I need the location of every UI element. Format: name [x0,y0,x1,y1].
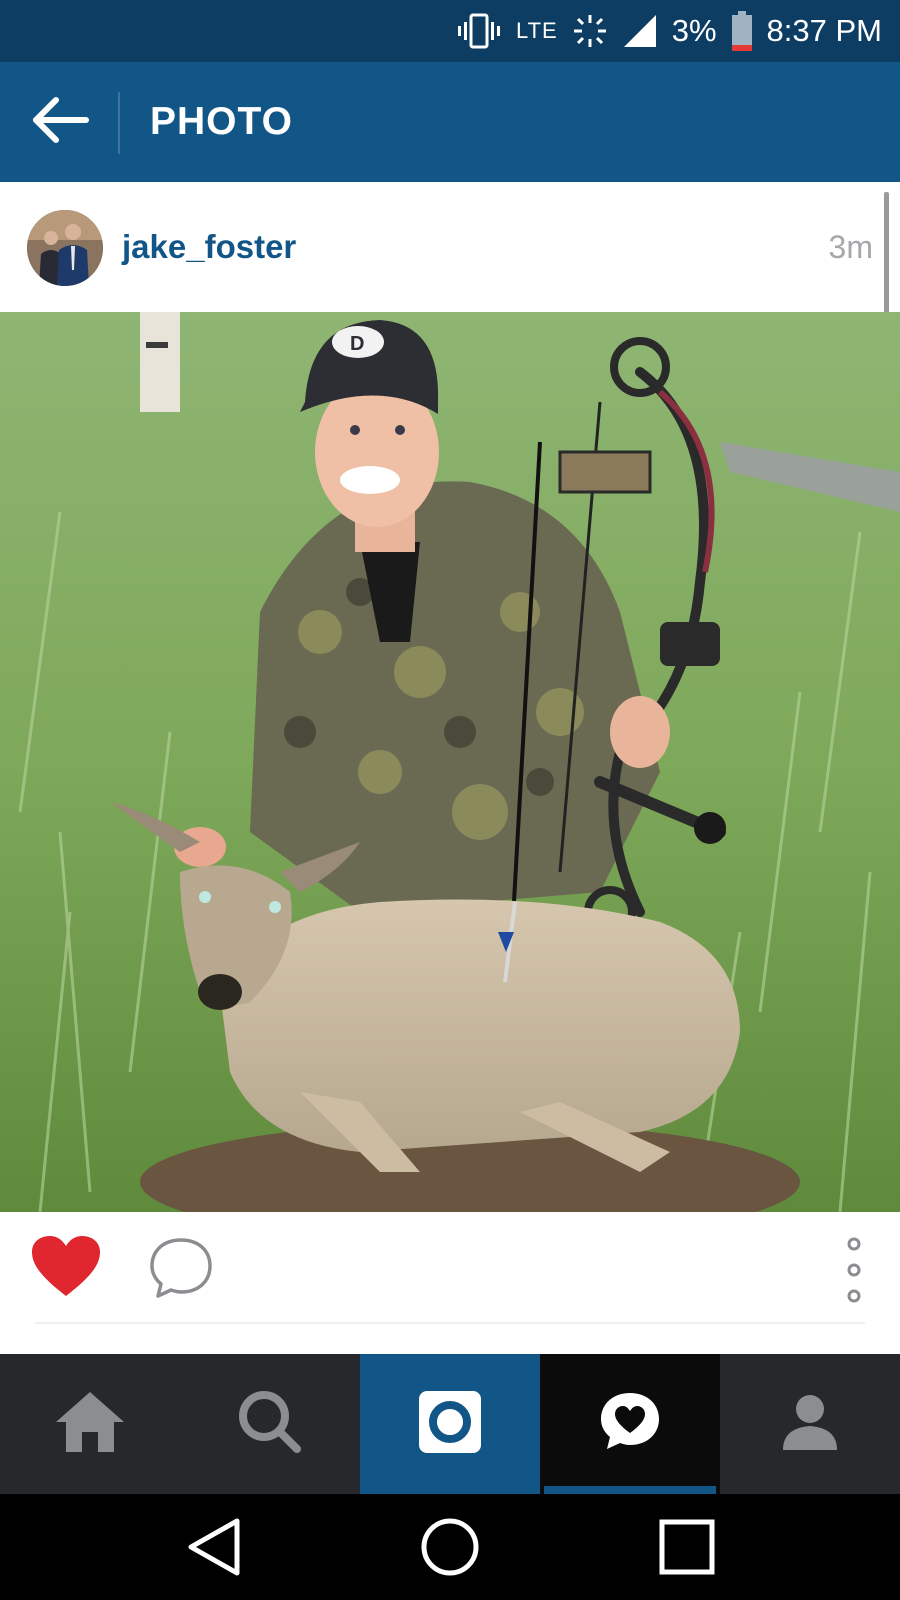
heart-icon [30,1236,102,1304]
avatar[interactable] [27,210,103,286]
post-header: jake_foster 3m [0,182,900,312]
profile-icon [780,1392,840,1457]
home-icon [54,1390,126,1459]
svg-text:D: D [350,333,364,355]
post-timestamp: 3m [828,229,873,265]
battery-icon [731,11,753,51]
nav-activity[interactable] [540,1354,720,1494]
search-icon [237,1389,303,1460]
recents-square-icon [659,1519,715,1580]
system-back-button[interactable] [178,1514,248,1584]
like-button[interactable] [30,1234,102,1300]
nav-profile[interactable] [720,1354,900,1494]
nav-selected-indicator [544,1486,716,1494]
more-vertical-icon [834,1237,874,1310]
back-triangle-icon [185,1517,241,1582]
bottom-nav [0,1354,900,1494]
activity-heart-icon [597,1389,663,1460]
signal-icon [622,13,658,49]
home-circle-icon [420,1517,480,1582]
battery-percent: 3% [671,13,717,48]
back-button[interactable] [18,87,102,157]
nav-search[interactable] [180,1354,360,1494]
arrow-left-icon [30,96,90,149]
app-bar: PHOTO [0,62,900,182]
post-photo[interactable]: D [0,312,900,1212]
page-title: PHOTO [150,100,293,143]
status-bar: LTE 3% 8:37 PM [0,0,900,62]
nav-home[interactable] [0,1354,180,1494]
comment-icon [146,1238,216,1306]
network-type: LTE [516,18,558,43]
actions-divider [35,1322,865,1324]
system-home-button[interactable] [415,1514,485,1584]
clock: 8:37 PM [766,13,882,48]
username-link[interactable]: jake_foster [122,182,296,312]
app-bar-divider [118,92,120,154]
vibrate-icon [456,13,502,49]
more-options-button[interactable] [834,1234,874,1306]
system-recents-button[interactable] [652,1514,722,1584]
post-actions [0,1212,900,1322]
comment-button[interactable] [146,1234,216,1302]
data-transfer-icon [572,13,608,49]
system-nav-bar [0,1494,900,1600]
nav-camera[interactable] [360,1354,540,1494]
camera-icon [417,1389,483,1460]
